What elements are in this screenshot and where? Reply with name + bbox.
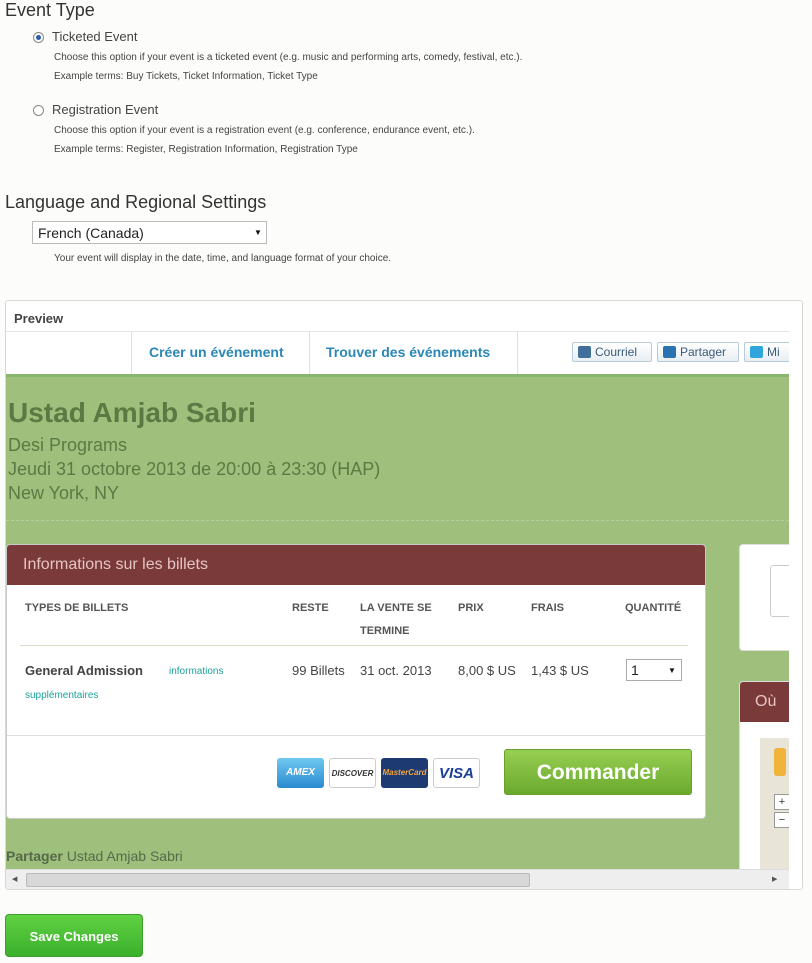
preview-label: Preview	[14, 311, 64, 326]
col-sale-end: LA VENTE SE	[360, 602, 432, 614]
visa-icon: VISA	[433, 758, 480, 788]
ticket-info-title: Informations sur les billets	[23, 556, 208, 573]
quantity-select-wrap[interactable]: 1 ▼	[626, 659, 682, 681]
zoom-in-icon[interactable]: +	[774, 794, 789, 810]
language-heading: Language and Regional Settings	[5, 192, 267, 212]
map[interactable]: + −	[760, 738, 789, 870]
registration-event-radio[interactable]	[33, 105, 44, 116]
ticket-info-card: Informations sur les billets TYPES DE BI…	[6, 544, 706, 819]
side-box	[739, 544, 789, 651]
share-line: Partager Ustad Amjab Sabri	[6, 848, 183, 864]
language-select[interactable]: French (Canada)	[32, 221, 267, 244]
ticket-sale-end: 31 oct. 2013	[360, 663, 432, 678]
preview-panel: Preview Créer un événement Trouver des é…	[5, 300, 803, 890]
side-map-box: Où + −	[739, 681, 789, 870]
nav-find-events[interactable]: Trouver des événements	[326, 344, 490, 360]
linkedin-icon	[663, 346, 676, 358]
twitter-icon	[750, 346, 763, 358]
twitter-share-button[interactable]: Mi	[744, 342, 789, 362]
ticket-price: 8,00 $ US	[458, 663, 516, 678]
linkedin-share-label: Partager	[680, 345, 727, 359]
order-button[interactable]: Commander	[504, 749, 692, 795]
discover-icon: DISCOVER	[329, 758, 376, 788]
col-ticket-type: TYPES DE BILLETS	[25, 602, 129, 614]
registration-event-help: Choose this option if your event is a re…	[54, 125, 475, 136]
share-label: Partager	[6, 848, 63, 864]
event-datetime: Jeudi 31 octobre 2013 de 20:00 à 23:30 (…	[8, 459, 381, 479]
ticket-fees: 1,43 $ US	[531, 663, 589, 678]
event-location: New York, NY	[8, 483, 120, 503]
preview-frame: Créer un événement Trouver des événement…	[6, 331, 789, 870]
chevron-down-icon: ▼	[668, 666, 676, 675]
ticketed-event-radio[interactable]	[33, 32, 44, 43]
linkedin-share-button[interactable]: Partager	[657, 342, 739, 362]
more-info-link[interactable]: informations	[169, 666, 223, 677]
chevron-down-icon: ▼	[254, 228, 262, 237]
registration-event-label[interactable]: Registration Event	[52, 102, 158, 117]
ticketed-event-help: Choose this option if your event is a ti…	[54, 52, 523, 63]
col-remaining: RESTE	[292, 602, 329, 614]
col-quantity: QUANTITÉ	[625, 602, 682, 614]
email-share-label: Courriel	[595, 345, 638, 359]
ticket-name: General Admission	[25, 663, 143, 678]
email-share-button[interactable]: Courriel	[572, 342, 652, 362]
nav-divider	[309, 332, 310, 374]
event-type-heading: Event Type	[5, 0, 95, 20]
horizontal-scrollbar[interactable]: ◀ ▶	[6, 869, 789, 889]
pegman-icon[interactable]	[774, 748, 786, 776]
mastercard-icon: MasterCard	[381, 758, 428, 788]
language-select-wrap[interactable]: French (Canada) ▼	[32, 221, 267, 244]
scroll-left-icon[interactable]: ◀	[12, 875, 17, 883]
mail-icon	[578, 346, 591, 358]
ticketed-event-label[interactable]: Ticketed Event	[52, 29, 138, 44]
preview-nav: Créer un événement Trouver des événement…	[6, 332, 789, 377]
side-map-title: Où	[755, 693, 777, 710]
side-widget	[770, 565, 789, 617]
twitter-share-label: Mi	[767, 345, 780, 359]
ticket-remaining: 99 Billets	[292, 663, 345, 678]
event-organizer[interactable]: Desi Programs	[8, 435, 127, 456]
col-price: PRIX	[458, 602, 484, 614]
language-help: Your event will display in the date, tim…	[54, 253, 392, 264]
more-info-link-2[interactable]: supplémentaires	[25, 690, 98, 701]
nav-divider	[131, 332, 132, 374]
col-fees: FRAIS	[531, 602, 564, 614]
scroll-right-icon[interactable]: ▶	[772, 875, 777, 883]
share-event-name: Ustad Amjab Sabri	[66, 848, 183, 864]
nav-create-event[interactable]: Créer un événement	[149, 344, 284, 360]
event-page: Ustad Amjab Sabri Desi Programs Jeudi 31…	[6, 377, 789, 870]
divider	[7, 735, 705, 736]
horizontal-scroll-thumb[interactable]	[26, 873, 530, 887]
nav-divider	[517, 332, 518, 374]
save-changes-button[interactable]: Save Changes	[5, 914, 143, 957]
event-title: Ustad Amjab Sabri	[8, 397, 256, 428]
ticketed-event-terms: Example terms: Buy Tickets, Ticket Infor…	[54, 71, 318, 82]
divider	[6, 520, 789, 521]
ticket-info-header: Informations sur les billets	[7, 545, 705, 585]
zoom-out-icon[interactable]: −	[774, 812, 789, 828]
divider	[20, 645, 688, 646]
col-sale-end-2: TERMINE	[360, 625, 410, 637]
side-map-header: Où	[740, 682, 789, 722]
amex-icon: AMEX	[277, 758, 324, 788]
registration-event-terms: Example terms: Register, Registration In…	[54, 144, 358, 155]
